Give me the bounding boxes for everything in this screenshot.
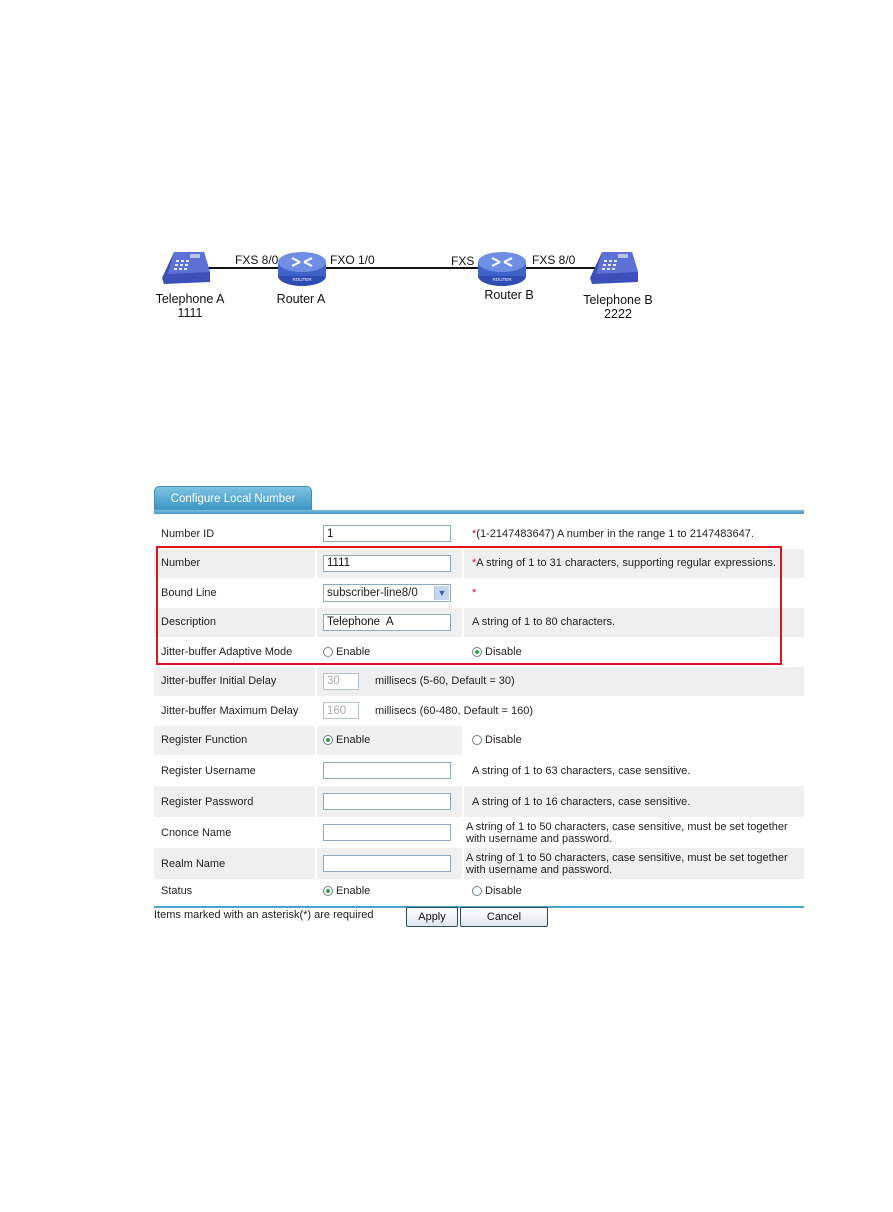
realm-name-input[interactable] — [323, 855, 451, 872]
radio-selected-icon — [323, 886, 333, 896]
status-disable-radio[interactable]: Disable — [472, 885, 522, 897]
tab-configure-local-number[interactable]: Configure Local Number — [154, 486, 312, 510]
register-username-hint: A string of 1 to 63 characters, case sen… — [472, 764, 691, 777]
number-id-input[interactable] — [323, 525, 451, 543]
form-rows: Number ID *(1-2147483647) A number in th… — [154, 516, 804, 903]
jitter-adaptive-disable-radio[interactable]: Disable — [472, 646, 522, 658]
port-label-router-a-fxs: FXS 8/0 — [235, 253, 279, 267]
realm-name-hint: A string of 1 to 50 characters, case sen… — [464, 848, 804, 879]
number-id-hint: * (1-2147483647) A number in the range 1 … — [472, 527, 754, 540]
jitter-adaptive-enable-radio[interactable]: Enable — [323, 646, 370, 658]
register-password-input[interactable] — [323, 793, 451, 810]
cnonce-name-hint: A string of 1 to 50 characters, case sen… — [466, 820, 788, 845]
port-label-router-b-fxs: FXS — [451, 254, 475, 268]
radio-selected-icon — [323, 735, 333, 746]
radio-circle-icon — [472, 735, 482, 746]
svg-text:ROUTER: ROUTER — [493, 277, 513, 282]
number-input[interactable] — [323, 554, 451, 572]
jitter-initial-input[interactable] — [323, 672, 359, 690]
router-b-icon: ROUTER — [478, 252, 526, 286]
port-label-router-a-fxo: FXO 1/0 — [330, 253, 375, 267]
register-function-label: Register Function — [154, 725, 315, 755]
bound-line-value: subscriber-line8/0 — [327, 586, 418, 599]
row-register-username: Register Username A string of 1 to 63 ch… — [154, 755, 804, 786]
radio-circle-icon — [323, 646, 333, 657]
row-cnonce-name: Cnonce Name A string of 1 to 50 characte… — [154, 817, 804, 848]
realm-name-label: Realm Name — [154, 848, 315, 879]
radio-selected-icon — [472, 646, 482, 657]
configure-local-number-panel: Configure Local Number Number ID *(1-214… — [154, 486, 804, 927]
description-input[interactable] — [323, 613, 451, 631]
number-id-label: Number ID — [161, 527, 215, 540]
row-realm-name: Realm Name A string of 1 to 50 character… — [154, 848, 804, 879]
required-mark: * — [472, 586, 477, 599]
register-function-disable-radio[interactable]: Disable — [472, 734, 522, 746]
row-register-function: Register Function Enable Disable — [154, 725, 804, 755]
bound-line-label: Bound Line — [161, 586, 217, 599]
chevron-down-icon[interactable]: ▼ — [434, 585, 449, 600]
telephone-a-icon — [162, 252, 210, 284]
radio-circle-icon — [472, 886, 482, 896]
register-username-label: Register Username — [161, 764, 256, 777]
register-password-label: Register Password — [154, 786, 315, 817]
cnonce-name-input[interactable] — [323, 824, 451, 841]
telephone-b-label: Telephone B 2222 — [583, 293, 653, 321]
cnonce-name-label: Cnonce Name — [161, 826, 232, 839]
register-username-input[interactable] — [323, 762, 451, 779]
router-a-icon: ROUTER — [278, 252, 326, 286]
cancel-button[interactable]: Cancel — [460, 907, 548, 927]
description-hint: A string of 1 to 80 characters. — [464, 607, 804, 637]
network-diagram: ROUTER ROUTER FXS 8/0 FXO 1/0 FXS FXS 8/… — [150, 240, 670, 330]
apply-button[interactable]: Apply — [406, 907, 458, 927]
button-row: Apply Cancel — [406, 907, 556, 927]
bound-line-hint: * — [464, 578, 804, 608]
svg-text:ROUTER: ROUTER — [293, 277, 313, 282]
row-status: Status Enable Disable — [154, 879, 804, 903]
port-label-router-b-fxs-8-0: FXS 8/0 — [532, 253, 576, 267]
number-label: Number — [154, 548, 315, 578]
jitter-initial-label: Jitter-buffer Initial Delay — [154, 666, 315, 696]
row-jitter-maximum-delay: Jitter-buffer Maximum Delay millisecs (6… — [154, 696, 804, 726]
jitter-initial-hint: millisecs (5-60, Default = 30) — [375, 675, 515, 688]
row-description: Description A string of 1 to 80 characte… — [154, 607, 804, 637]
row-jitter-adaptive-mode: Jitter-buffer Adaptive Mode Enable Disab… — [154, 637, 804, 667]
telephone-a-label: Telephone A 1111 — [155, 292, 225, 320]
jitter-max-input[interactable] — [323, 702, 359, 720]
router-a-label: Router A — [276, 292, 326, 306]
jitter-adaptive-label: Jitter-buffer Adaptive Mode — [161, 645, 293, 658]
telephone-b-icon — [590, 252, 638, 284]
row-number-id: Number ID *(1-2147483647) A number in th… — [154, 519, 804, 549]
bound-line-select[interactable]: subscriber-line8/0 ▼ — [323, 583, 451, 602]
router-b-label: Router B — [484, 288, 534, 302]
jitter-max-label: Jitter-buffer Maximum Delay — [161, 704, 299, 717]
register-password-hint: A string of 1 to 16 characters, case sen… — [464, 786, 804, 817]
row-jitter-initial-delay: Jitter-buffer Initial Delay millisecs (5… — [154, 666, 804, 696]
register-function-enable-radio[interactable]: Enable — [323, 734, 370, 746]
row-number: Number *A string of 1 to 31 characters, … — [154, 548, 804, 578]
jitter-max-hint: millisecs (60-480, Default = 160) — [375, 704, 534, 717]
tab-bar: Configure Local Number — [154, 486, 804, 514]
description-label: Description — [154, 607, 315, 637]
status-label: Status — [161, 885, 193, 897]
number-hint: * A string of 1 to 31 characters, support… — [464, 548, 804, 578]
status-enable-radio[interactable]: Enable — [323, 885, 370, 897]
row-bound-line: Bound Line subscriber-line8/0 ▼ * — [154, 578, 804, 608]
row-register-password: Register Password A string of 1 to 16 ch… — [154, 786, 804, 817]
